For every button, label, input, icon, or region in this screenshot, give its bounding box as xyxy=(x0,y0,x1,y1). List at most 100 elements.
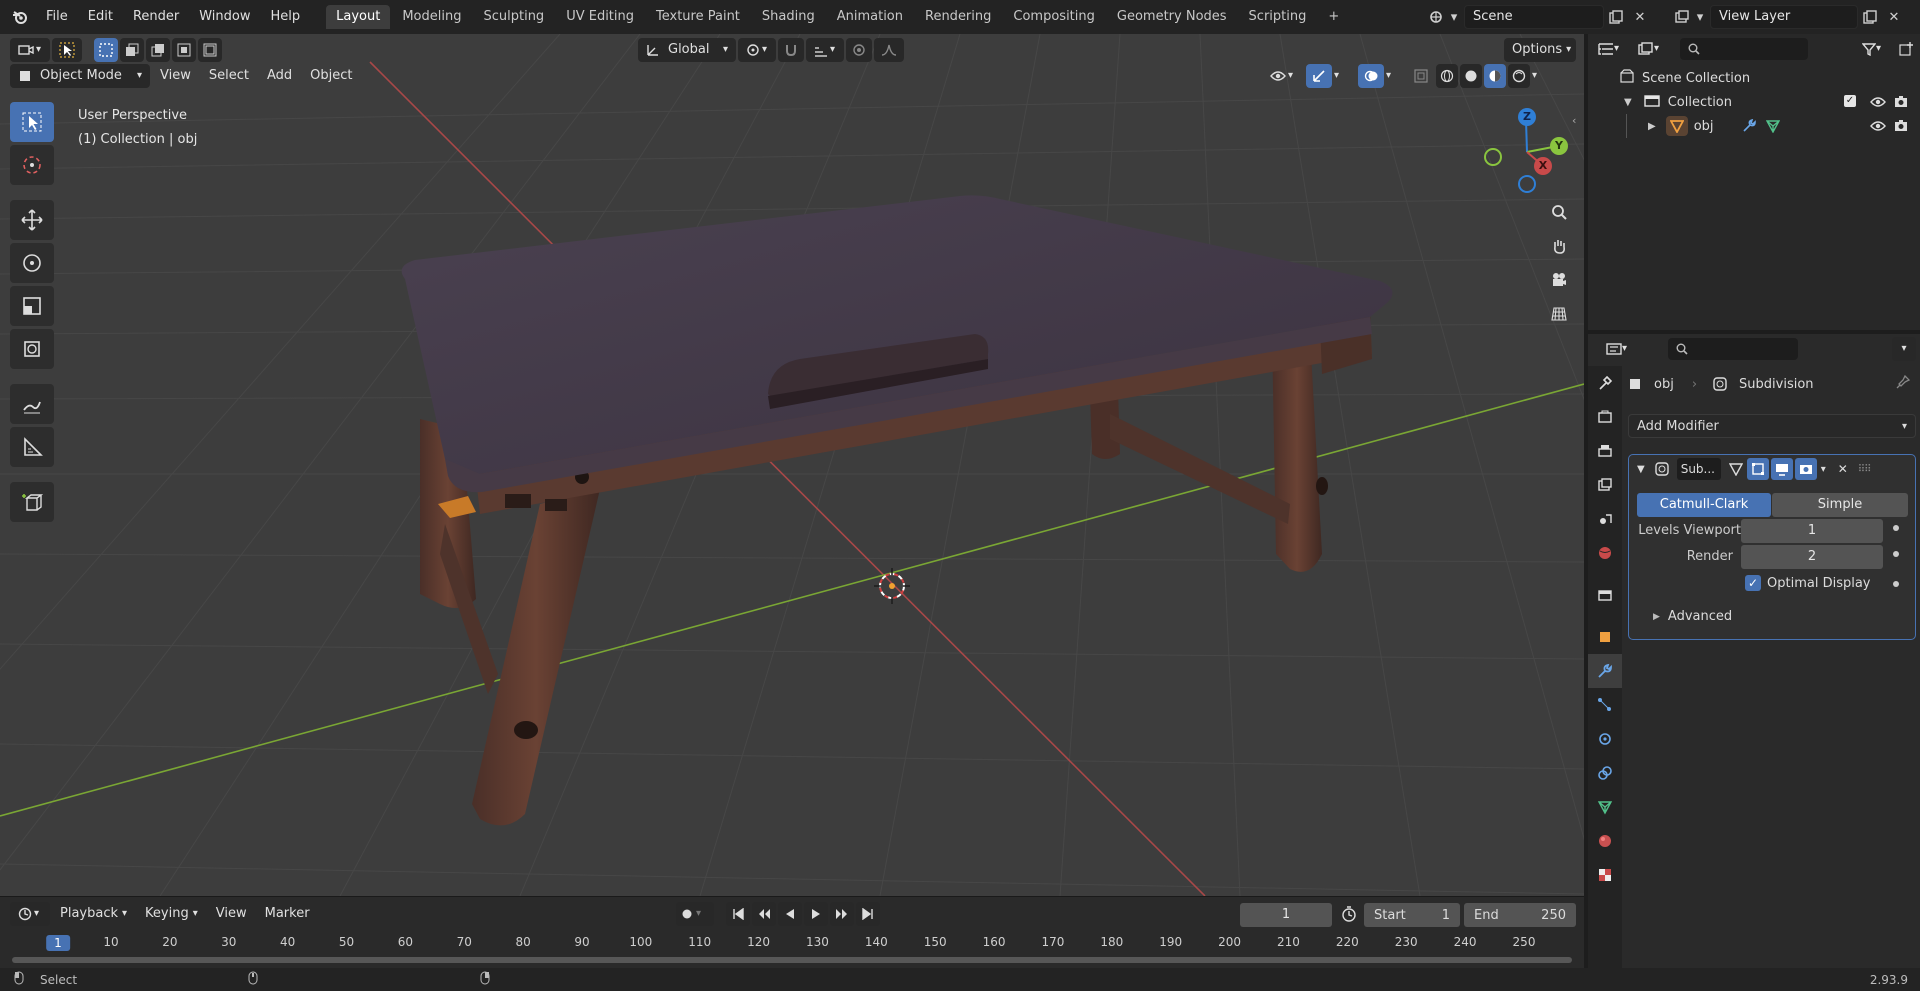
shading-material[interactable] xyxy=(1484,64,1506,88)
tab-constraints[interactable] xyxy=(1588,756,1622,790)
add-workspace-button[interactable]: + xyxy=(1318,5,1349,29)
tab-geometry-nodes[interactable]: Geometry Nodes xyxy=(1107,5,1237,29)
viewport-menu-select[interactable]: Select xyxy=(201,64,257,88)
copy-scene-icon[interactable] xyxy=(1604,5,1628,29)
tab-modeling[interactable]: Modeling xyxy=(392,5,471,29)
expand-arrow-icon[interactable]: ▶ xyxy=(1648,121,1656,132)
properties-search-input[interactable] xyxy=(1668,338,1798,360)
copy-view-layer-icon[interactable] xyxy=(1858,5,1882,29)
frame-ruler[interactable]: 1 10 20 30 40 50 60 70 80 90 100 110 120 130 140 150 160… xyxy=(0,933,1584,955)
keyframe-dot-icon[interactable] xyxy=(1893,581,1899,587)
tab-layout[interactable]: Layout xyxy=(326,5,391,29)
outliner-search-input[interactable] xyxy=(1680,38,1808,60)
tab-animation[interactable]: Animation xyxy=(827,5,913,29)
outliner-row-obj[interactable]: ▶ obj xyxy=(1588,114,1920,138)
select-mode-new-icon[interactable] xyxy=(94,38,118,62)
mode-dropdown[interactable]: Object Mode ▾ xyxy=(10,64,150,88)
on-cage-icon[interactable] xyxy=(1725,458,1747,480)
menu-render[interactable]: Render xyxy=(123,0,189,34)
exclude-checkbox[interactable]: ✓ xyxy=(1844,95,1856,107)
properties-options-dropdown[interactable]: ▾ xyxy=(1892,337,1916,361)
xray-toggle[interactable] xyxy=(1408,64,1434,88)
scene-name-field[interactable]: Scene xyxy=(1464,5,1604,29)
play-reverse-button[interactable] xyxy=(778,902,802,926)
tab-collection[interactable] xyxy=(1588,578,1622,612)
tab-scripting[interactable]: Scripting xyxy=(1239,5,1317,29)
render-toggle-icon[interactable] xyxy=(1794,458,1817,480)
camera-icon[interactable] xyxy=(1894,119,1908,137)
proportional-editing-toggle[interactable] xyxy=(846,38,872,62)
gizmo-dropdown[interactable]: ▾ xyxy=(1334,64,1350,88)
tool-move[interactable] xyxy=(10,200,54,240)
tab-compositing[interactable]: Compositing xyxy=(1003,5,1105,29)
current-frame-field[interactable]: 1 xyxy=(1240,903,1332,927)
tab-view-layer[interactable] xyxy=(1588,468,1622,502)
editor-type-button[interactable]: ▾ xyxy=(10,38,50,62)
select-mode-subtract-icon[interactable] xyxy=(146,38,170,62)
chevron-down-icon[interactable]: ▾ xyxy=(1821,464,1826,475)
tab-object[interactable] xyxy=(1588,620,1622,654)
blender-logo-icon[interactable] xyxy=(8,5,32,29)
preview-range-icon[interactable] xyxy=(1340,905,1358,927)
gizmo-y-axis[interactable]: Y xyxy=(1550,137,1568,155)
menu-help[interactable]: Help xyxy=(261,0,311,34)
tool-select-box[interactable] xyxy=(10,102,54,142)
tool-measure[interactable] xyxy=(10,427,54,467)
chevron-down-icon[interactable]: ▾ xyxy=(1694,5,1706,29)
perspective-toggle-button[interactable] xyxy=(1544,299,1574,329)
tab-world[interactable] xyxy=(1588,536,1622,570)
viewport-menu-object[interactable]: Object xyxy=(302,64,360,88)
menu-edit[interactable]: Edit xyxy=(78,0,123,34)
method-catmull-clark-button[interactable]: Catmull-Clark xyxy=(1637,493,1771,517)
visibility-dropdown[interactable]: ▾ xyxy=(1266,64,1304,88)
viewport-display-toggle-icon[interactable] xyxy=(1770,458,1793,480)
tab-material[interactable] xyxy=(1588,824,1622,858)
tab-sculpting[interactable]: Sculpting xyxy=(473,5,554,29)
close-icon[interactable]: ✕ xyxy=(1628,5,1652,29)
jump-to-start-button[interactable] xyxy=(726,902,750,926)
timeline-menu-playback[interactable]: Playback ▾ xyxy=(52,902,135,926)
drag-handle-icon[interactable]: ⠿⠿ xyxy=(1858,464,1872,475)
chevron-down-icon[interactable]: ▾ xyxy=(1448,5,1460,29)
tab-scene[interactable] xyxy=(1588,502,1622,536)
advanced-subpanel-toggle[interactable]: ▶ Advanced xyxy=(1653,609,1732,624)
view-layer-icon[interactable] xyxy=(1670,5,1694,29)
new-collection-icon[interactable] xyxy=(1894,37,1918,61)
levels-viewport-field[interactable]: 1 xyxy=(1741,519,1883,543)
tool-transform[interactable] xyxy=(10,329,54,369)
viewport-menu-add[interactable]: Add xyxy=(259,64,300,88)
jump-to-keyframe-forward-button[interactable] xyxy=(830,902,854,926)
tab-texture[interactable] xyxy=(1588,858,1622,892)
tool-annotate[interactable] xyxy=(10,384,54,424)
tab-rendering[interactable]: Rendering xyxy=(915,5,1001,29)
pan-view-button[interactable] xyxy=(1544,231,1574,261)
shading-solid[interactable] xyxy=(1460,64,1482,88)
outliner-row-scene-collection[interactable]: Scene Collection xyxy=(1588,66,1920,90)
tab-tool[interactable] xyxy=(1588,366,1622,400)
end-frame-field[interactable]: End 250 xyxy=(1464,903,1576,927)
camera-view-button[interactable] xyxy=(1544,265,1574,295)
select-tool-button[interactable] xyxy=(52,38,82,62)
gizmo-x-axis[interactable]: X xyxy=(1534,157,1552,175)
close-icon[interactable]: ✕ xyxy=(1838,462,1848,476)
add-modifier-dropdown[interactable]: Add Modifier ▾ xyxy=(1628,414,1916,438)
wrench-modifier-icon[interactable] xyxy=(1742,118,1756,137)
timeline-menu-keying[interactable]: Keying ▾ xyxy=(137,902,206,926)
tab-render[interactable] xyxy=(1588,400,1622,434)
gizmo-toggle[interactable] xyxy=(1306,64,1332,88)
menu-file[interactable]: File xyxy=(36,0,78,34)
menu-window[interactable]: Window xyxy=(189,0,260,34)
display-mode-dropdown[interactable]: ▾ xyxy=(1634,37,1672,61)
select-mode-invert-icon[interactable] xyxy=(172,38,196,62)
keyframe-dot-icon[interactable] xyxy=(1893,551,1899,557)
close-icon[interactable]: ✕ xyxy=(1882,5,1906,29)
eye-icon[interactable] xyxy=(1870,96,1886,112)
tab-data[interactable] xyxy=(1588,790,1622,824)
gizmo-z-axis[interactable]: Z xyxy=(1518,108,1536,126)
auto-keying-toggle[interactable]: ▾ xyxy=(676,902,714,926)
keyframe-dot-icon[interactable] xyxy=(1893,525,1899,531)
modifier-name-field[interactable]: Sub... xyxy=(1676,458,1721,480)
timeline-menu-view[interactable]: View xyxy=(208,902,255,926)
edit-mode-toggle-icon[interactable] xyxy=(1746,458,1769,480)
tab-texture-paint[interactable]: Texture Paint xyxy=(646,5,750,29)
